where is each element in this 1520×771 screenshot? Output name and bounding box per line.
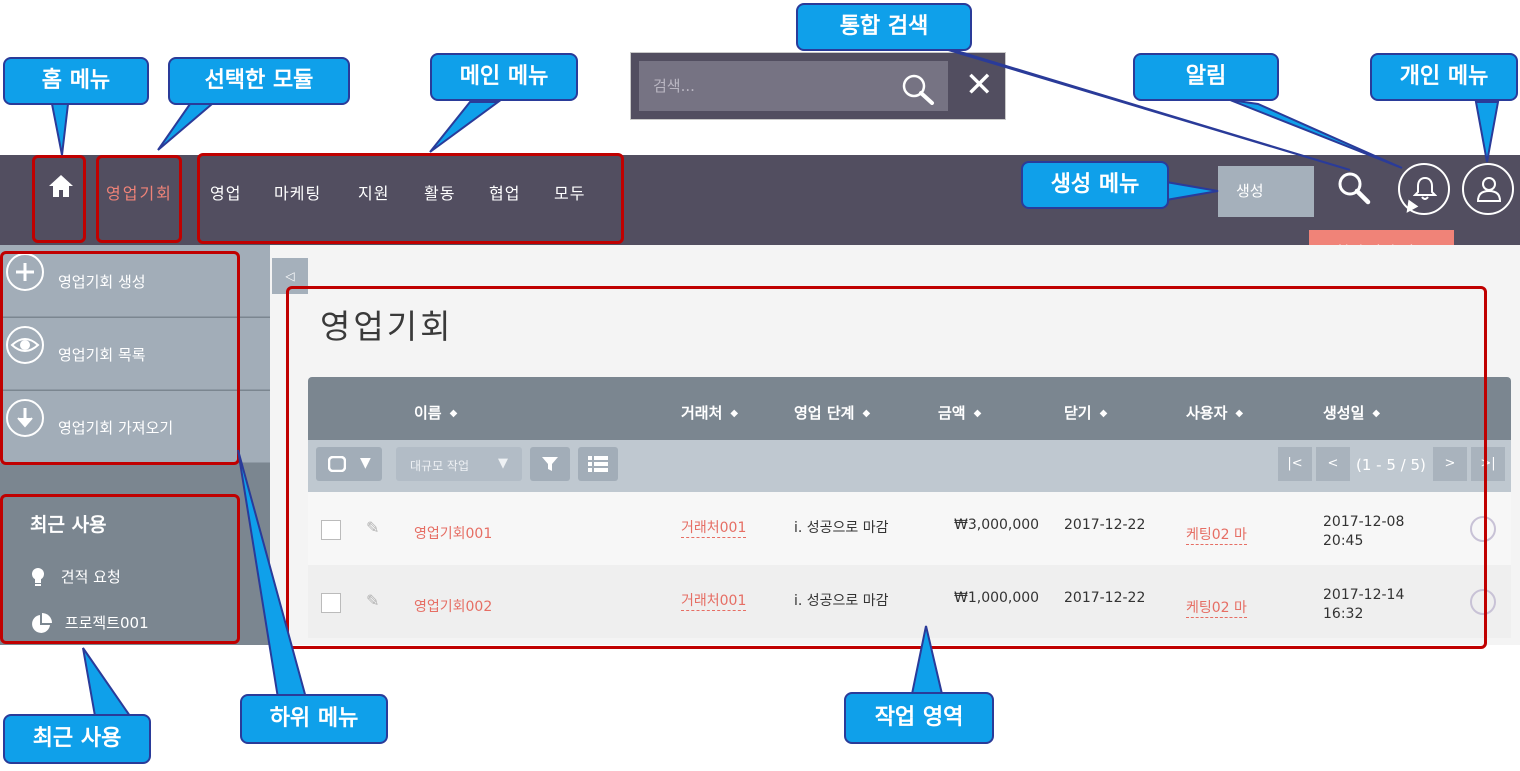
- personal-menu-button[interactable]: [1462, 163, 1514, 215]
- callout-work-area: 작업 영역: [844, 692, 994, 744]
- global-search-icon[interactable]: [1337, 171, 1371, 209]
- highlight-sub-menu: [0, 251, 240, 465]
- callout-personal-menu: 개인 메뉴: [1370, 53, 1518, 101]
- callout-global-search: 통합 검색: [796, 3, 972, 51]
- highlight-recent: [0, 494, 240, 644]
- callout-recent: 최근 사용: [3, 714, 151, 764]
- bell-icon: [1413, 176, 1437, 200]
- callout-notifications: 알림: [1133, 53, 1279, 101]
- search-icon[interactable]: [901, 73, 935, 109]
- highlight-main-menu: [197, 153, 624, 244]
- search-popup: ✕: [630, 52, 1006, 120]
- highlight-work-area: [286, 286, 1487, 649]
- callout-main-menu: 메인 메뉴: [430, 53, 578, 101]
- user-icon: [1476, 177, 1502, 202]
- callout-create-menu: 생성 메뉴: [1021, 161, 1169, 209]
- highlight-module: [96, 155, 182, 243]
- callout-home-menu: 홈 메뉴: [3, 57, 149, 105]
- callout-selected-module: 선택한 모듈: [168, 57, 350, 105]
- highlight-home: [32, 155, 86, 243]
- triangle-left-icon: ◁: [285, 269, 295, 283]
- close-icon[interactable]: ✕: [965, 65, 994, 105]
- create-button[interactable]: 생성: [1218, 166, 1314, 217]
- callout-sub-menu: 하위 메뉴: [240, 694, 388, 744]
